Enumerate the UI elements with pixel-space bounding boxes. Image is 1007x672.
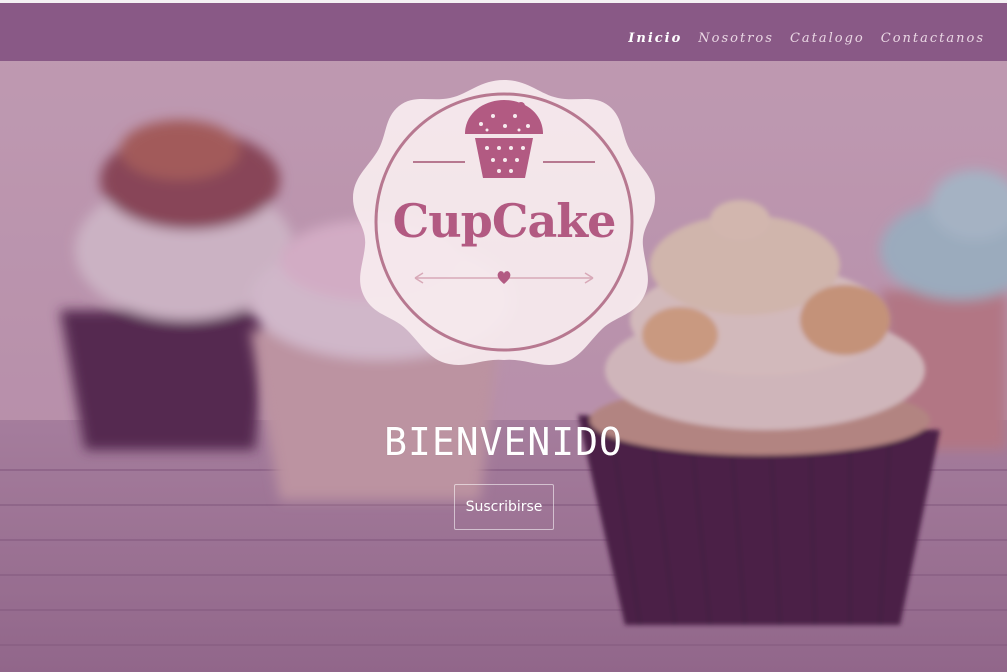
nav-link-contactanos[interactable]: Contactanos	[881, 31, 985, 46]
nav-menu: Inicio Nosotros Catalogo Contactanos	[628, 27, 985, 46]
nav-item-catalogo: Catalogo	[790, 27, 865, 46]
page: Inicio Nosotros Catalogo Contactanos Cup…	[0, 0, 1007, 672]
brand-logo: CupCake	[353, 76, 655, 368]
nav-link-nosotros[interactable]: Nosotros	[698, 31, 774, 46]
brand-name: CupCake	[392, 194, 617, 248]
nav-item-contactanos: Contactanos	[881, 27, 985, 46]
nav-item-inicio: Inicio	[628, 27, 682, 46]
top-navbar: Inicio Nosotros Catalogo Contactanos	[0, 3, 1007, 61]
welcome-heading: BIENVENIDO	[384, 420, 623, 464]
nav-item-nosotros: Nosotros	[698, 27, 774, 46]
nav-link-inicio[interactable]: Inicio	[628, 31, 682, 46]
subscribe-button[interactable]: Suscribirse	[454, 484, 554, 530]
nav-link-catalogo[interactable]: Catalogo	[790, 31, 865, 46]
